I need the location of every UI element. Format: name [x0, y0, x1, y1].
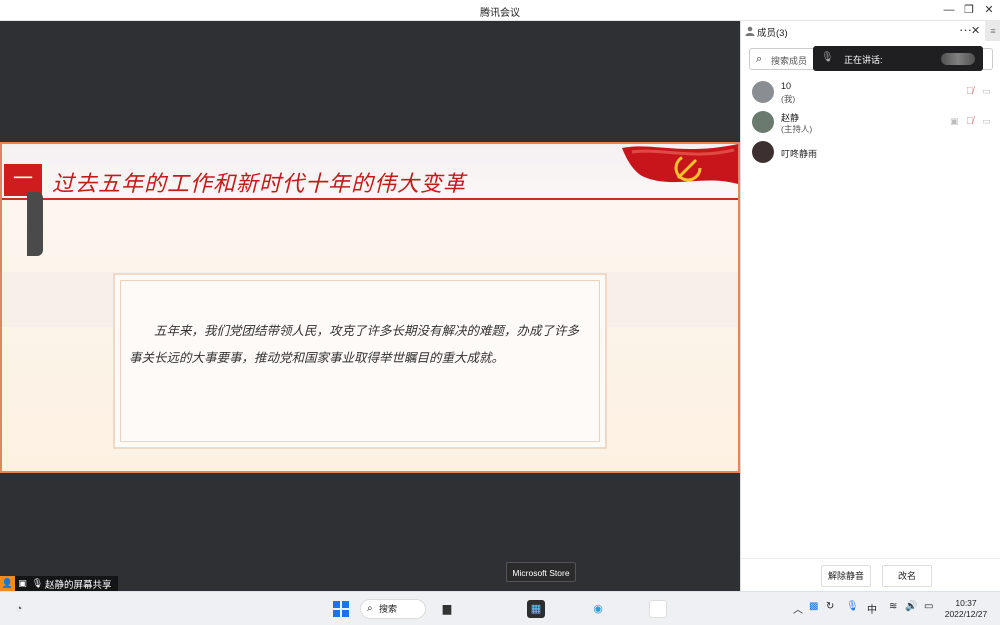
- close-panel-icon[interactable]: ✕: [971, 24, 980, 37]
- sync-icon[interactable]: ↻: [826, 601, 834, 612]
- clock[interactable]: 10:37 2022/12/27: [944, 598, 988, 620]
- window-title: 腾讯会议: [480, 8, 520, 19]
- members-panel-header: 成员(3) ··· ✕ ≡: [741, 21, 1000, 41]
- members-panel: 成员(3) ··· ✕ ≡ ⌕ 搜索成员 🎙 正在讲话: 10 (我) 🎙̸ ▭…: [740, 21, 1000, 591]
- camera-off-icon: ▭: [982, 116, 991, 126]
- microsoft-store-icon[interactable]: ▦: [527, 600, 545, 618]
- chevron-up-icon[interactable]: ︿: [793, 601, 803, 616]
- rename-button[interactable]: 改名: [882, 565, 932, 587]
- photos-icon[interactable]: ▩: [809, 601, 818, 612]
- unmute-all-button[interactable]: 解除静音: [821, 565, 871, 587]
- members-panel-footer: 解除静音 改名: [741, 558, 1000, 591]
- app-window-icon[interactable]: [649, 600, 667, 618]
- member-role: (我): [781, 94, 796, 104]
- members-icon: [745, 26, 755, 36]
- speaking-popup: 🎙 正在讲话:: [813, 46, 983, 71]
- clock-date: 2022/12/27: [944, 609, 988, 619]
- slide-side-tab: [27, 192, 43, 256]
- volume-icon[interactable]: 🔊: [905, 601, 917, 612]
- microphone-icon: 🎙: [821, 52, 834, 63]
- avatar: [752, 111, 774, 133]
- wifi-icon[interactable]: ≋: [889, 601, 897, 612]
- speaker-name-blurred: [941, 53, 975, 65]
- clock-time: 10:37: [955, 598, 977, 608]
- member-role: (主持人): [781, 124, 813, 134]
- taskbar-search[interactable]: ⌕ 搜索: [360, 599, 426, 619]
- minimize-button[interactable]: —: [940, 2, 958, 18]
- microphone-icon: 🎙: [31, 578, 44, 588]
- restore-button[interactable]: ❐: [960, 2, 978, 18]
- search-placeholder: 搜索成员: [771, 56, 808, 66]
- member-row[interactable]: 10 (我) 🎙̸ ▭: [741, 81, 1000, 111]
- weather-icon[interactable]: ◔: [10, 600, 28, 618]
- search-icon: ⌕: [367, 603, 373, 614]
- members-count-label: 成员(3): [757, 28, 788, 39]
- member-row[interactable]: 叮咚静雨: [741, 141, 1000, 171]
- slide-body-text: 五年来，我们党团结带领人民，攻克了许多长期没有解决的难题，办成了许多事关长远的大…: [129, 323, 580, 365]
- mic-muted-icon: 🎙̸: [966, 116, 974, 127]
- start-button[interactable]: [332, 600, 350, 618]
- screen-share-indicator[interactable]: 👤 ▣ 🎙 赵静的屏幕共享: [0, 576, 118, 591]
- search-icon: ⌕: [756, 53, 763, 65]
- shared-slide: 一 过去五年的工作和新时代十年的伟大变革 五年来，我们党团结带领人民，攻克了许多…: [0, 142, 740, 473]
- avatar: [752, 141, 774, 163]
- screen-share-icon: ▣: [950, 116, 959, 126]
- speaking-label: 正在讲话:: [844, 55, 883, 65]
- slide-title: 过去五年的工作和新时代十年的伟大变革: [52, 172, 467, 197]
- panel-menu-icon[interactable]: ≡: [985, 21, 1000, 41]
- mic-muted-icon: 🎙̸: [966, 86, 974, 97]
- taskbar: ◔ ⌕ 搜索 ▆ ▦ ◉ ︿ ▩ ↻ 🎙 中 ≋ 🔊 ▭ 10:37 2022/…: [0, 591, 1000, 625]
- close-window-button[interactable]: ✕: [980, 2, 998, 18]
- user-icon: 👤: [0, 576, 15, 591]
- slide-text-box: 五年来，我们党团结带领人民，攻克了许多长期没有解决的难题，办成了许多事关长远的大…: [113, 273, 607, 449]
- slide-header-line: [2, 198, 738, 200]
- screen-icon: ▣: [18, 578, 27, 588]
- member-row[interactable]: 赵静 (主持人) ▣ 🎙̸ ▭: [741, 111, 1000, 141]
- taskbar-search-label: 搜索: [379, 604, 398, 614]
- screen-share-label: 赵静的屏幕共享: [45, 579, 112, 591]
- avatar: [752, 81, 774, 103]
- meeting-app-icon[interactable]: ◉: [589, 600, 607, 618]
- battery-icon[interactable]: ▭: [924, 601, 933, 612]
- camera-off-icon: ▭: [982, 86, 991, 96]
- microphone-icon[interactable]: 🎙: [846, 601, 859, 612]
- member-name: 叮咚静雨: [781, 149, 818, 159]
- task-view-icon[interactable]: ▆: [438, 600, 456, 618]
- ime-indicator[interactable]: 中: [867, 601, 877, 616]
- member-name: 10: [781, 81, 792, 91]
- tooltip: Microsoft Store: [506, 562, 576, 582]
- party-flag-icon: [622, 144, 738, 184]
- title-bar: 腾讯会议 — ❐ ✕: [0, 0, 1000, 21]
